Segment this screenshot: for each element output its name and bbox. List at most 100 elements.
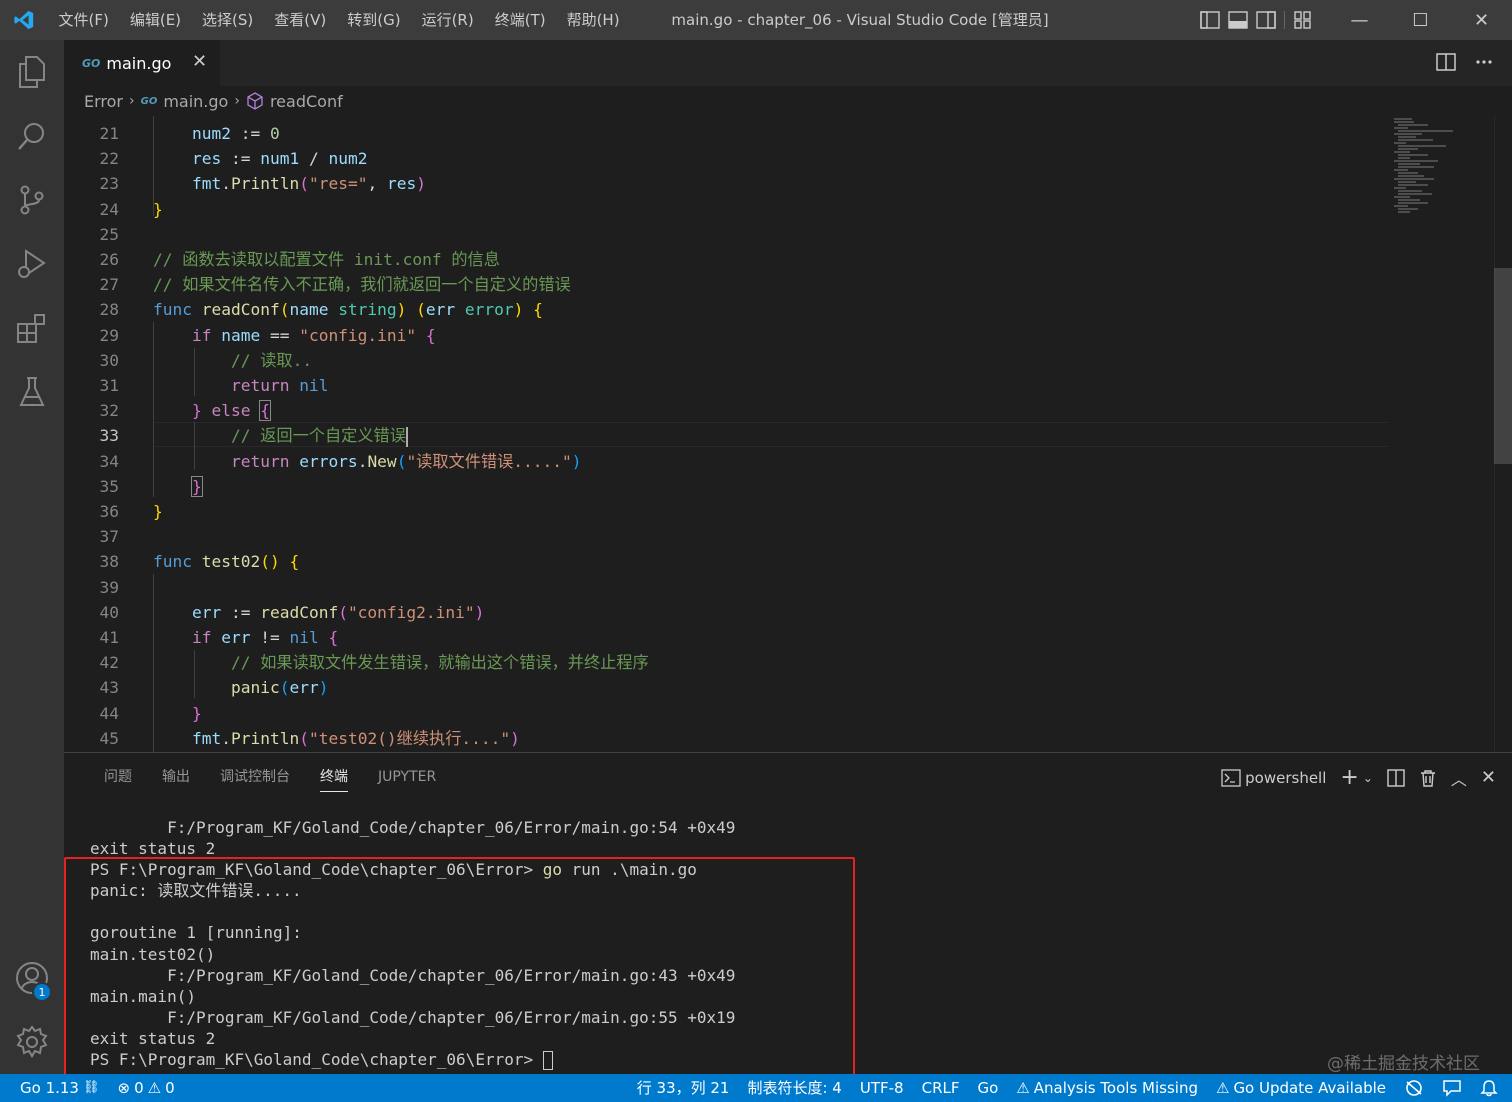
code-line[interactable]: 29 if name == "config.ini" {	[64, 323, 1394, 348]
code-line[interactable]: 35 }	[64, 474, 1394, 499]
code-line[interactable]: 36}	[64, 499, 1394, 524]
menu-view[interactable]: 查看(V)	[264, 0, 337, 40]
code-text: }	[191, 703, 202, 723]
code-line[interactable]: 27 // 如果文件名传入不正确，我们就返回一个自定义的错误	[64, 272, 1394, 297]
maximize-icon[interactable]: ☐	[1390, 0, 1451, 40]
chevron-right-icon: ›	[234, 93, 240, 109]
more-actions-icon[interactable]	[1474, 52, 1494, 72]
close-window-icon[interactable]: ✕	[1451, 0, 1512, 40]
code-line[interactable]: 28 func readConf(name string) (err error)…	[64, 297, 1394, 322]
explorer-icon[interactable]	[0, 40, 64, 104]
maximize-panel-icon[interactable]: ︿	[1451, 766, 1467, 790]
tab-size[interactable]: 制表符长度: 4	[738, 1074, 850, 1102]
code-line[interactable]: 37	[64, 524, 1394, 549]
code-line[interactable]: 32 } else {	[64, 398, 1394, 423]
editor-scrollbar[interactable]	[1494, 268, 1512, 464]
menu-selection[interactable]: 选择(S)	[192, 0, 264, 40]
code-line[interactable]: 39	[64, 575, 1394, 600]
breadcrumb-symbol[interactable]: readConf	[270, 92, 343, 111]
search-icon[interactable]	[0, 104, 64, 168]
code-editor[interactable]: 21 num2 := 0 22 res := num1 / num2 23 fmt.…	[64, 116, 1512, 752]
code-line[interactable]: 41 if err != nil {	[64, 625, 1394, 650]
code-line[interactable]: 25	[64, 222, 1394, 247]
code-line[interactable]: 45 fmt.Println("test02()继续执行....")	[64, 726, 1394, 751]
code-text: fmt.Println("test02()继续执行....")	[191, 728, 520, 748]
go-version-status[interactable]: Go 1.13 ⛓	[0, 1074, 108, 1102]
code-text: res := num1 / num2	[191, 149, 368, 169]
minimap-line	[1398, 181, 1416, 183]
tab-jupyter[interactable]: JUPYTER	[363, 753, 451, 801]
minimap-line	[1398, 172, 1418, 174]
split-terminal-icon[interactable]	[1387, 768, 1405, 787]
minimap-line	[1398, 148, 1418, 150]
code-line[interactable]: 21 num2 := 0	[64, 121, 1394, 146]
toggle-secondary-sidebar-icon[interactable]	[1256, 11, 1276, 29]
tab-problems[interactable]: 问题	[89, 753, 147, 801]
accounts-icon[interactable]: 1	[0, 946, 64, 1010]
menu-file[interactable]: 文件(F)	[48, 0, 119, 40]
new-terminal-icon[interactable]: +	[1340, 765, 1358, 790]
run-debug-icon[interactable]	[0, 232, 64, 296]
source-control-icon[interactable]	[0, 168, 64, 232]
testing-flask-icon[interactable]	[0, 360, 64, 424]
minimize-icon[interactable]: —	[1329, 0, 1390, 40]
cursor-position[interactable]: 行 33，列 21	[628, 1074, 739, 1102]
encoding[interactable]: UTF-8	[851, 1074, 913, 1102]
warning-count: 0	[165, 1079, 175, 1097]
trash-icon[interactable]	[1419, 769, 1437, 787]
problems-status[interactable]: ⊗ 0 ⚠ 0	[108, 1074, 183, 1102]
breadcrumb-folder[interactable]: Error	[84, 92, 123, 111]
toggle-sidebar-icon[interactable]	[1200, 11, 1220, 29]
extensions-icon[interactable]	[0, 296, 64, 360]
terminal-output[interactable]: F:/Program_KF/Goland_Code/chapter_06/Err…	[90, 817, 1390, 1071]
watermark: @稀土掘金技术社区	[1327, 1054, 1480, 1074]
manage-gear-icon[interactable]	[0, 1010, 64, 1074]
minimap[interactable]	[1392, 116, 1492, 236]
line-number: 24	[99, 199, 120, 219]
tab-debug-console[interactable]: 调试控制台	[205, 753, 305, 801]
tab-output[interactable]: 输出	[147, 753, 205, 801]
end-of-line[interactable]: CRLF	[913, 1074, 969, 1102]
code-line[interactable]: 38 func test02() {	[64, 549, 1394, 574]
tab-main-go[interactable]: GO main.go ✕	[64, 40, 220, 86]
code-line[interactable]: 34 return errors.New("读取文件错误.....")	[64, 449, 1394, 474]
terminal-line: F:/Program_KF/Goland_Code/chapter_06/Err…	[90, 965, 736, 985]
notifications-bell-icon[interactable]	[1471, 1079, 1512, 1097]
code-line[interactable]: 30 // 读取..	[64, 348, 1394, 373]
feedback-icon[interactable]	[1433, 1079, 1471, 1097]
code-line[interactable]: 40 err := readConf("config2.ini")	[64, 600, 1394, 625]
code-line[interactable]: 24}	[64, 197, 1394, 222]
menu-terminal[interactable]: 终端(T)	[484, 0, 556, 40]
vscode-logo-icon	[0, 0, 48, 40]
code-text: func test02() {	[153, 552, 300, 572]
analysis-tools-status[interactable]: ⚠ Analysis Tools Missing	[1007, 1074, 1207, 1102]
menu-edit[interactable]: 编辑(E)	[119, 0, 191, 40]
code-line[interactable]: 33 // 返回一个自定义错误	[64, 423, 1394, 448]
toggle-panel-icon[interactable]	[1228, 11, 1248, 29]
language-mode[interactable]: Go	[968, 1074, 1007, 1102]
go-update-status[interactable]: ⚠ Go Update Available	[1207, 1074, 1395, 1102]
code-line[interactable]: 22 res := num1 / num2	[64, 146, 1394, 171]
chevron-down-icon[interactable]: ⌄	[1363, 771, 1373, 785]
line-number: 43	[99, 678, 120, 698]
customize-layout-icon[interactable]	[1293, 11, 1313, 29]
terminal-line: main.test02()	[90, 944, 216, 964]
code-line[interactable]: 23 fmt.Println("res=", res)	[64, 171, 1394, 196]
minimap-line	[1398, 157, 1410, 159]
split-editor-icon[interactable]	[1436, 52, 1456, 72]
code-line[interactable]: 26 // 函数去读取以配置文件 init.conf 的信息	[64, 247, 1394, 272]
code-line[interactable]: 42 // 如果读取文件发生错误，就输出这个错误，并终止程序	[64, 650, 1394, 675]
code-line[interactable]: 44 }	[64, 701, 1394, 726]
close-tab-icon[interactable]: ✕	[192, 51, 207, 72]
breadcrumb-file[interactable]: main.go	[163, 92, 228, 111]
live-share-icon[interactable]	[1395, 1079, 1433, 1097]
minimap-line	[1398, 136, 1416, 138]
tab-terminal[interactable]: 终端	[305, 753, 363, 801]
code-line[interactable]: 31 return nil	[64, 373, 1394, 398]
menu-run[interactable]: 运行(R)	[411, 0, 484, 40]
terminal-shell-name[interactable]: powershell	[1245, 769, 1326, 787]
close-panel-icon[interactable]: ✕	[1481, 767, 1496, 788]
code-line[interactable]: 43 panic(err)	[64, 675, 1394, 700]
menu-go[interactable]: 转到(G)	[337, 0, 411, 40]
